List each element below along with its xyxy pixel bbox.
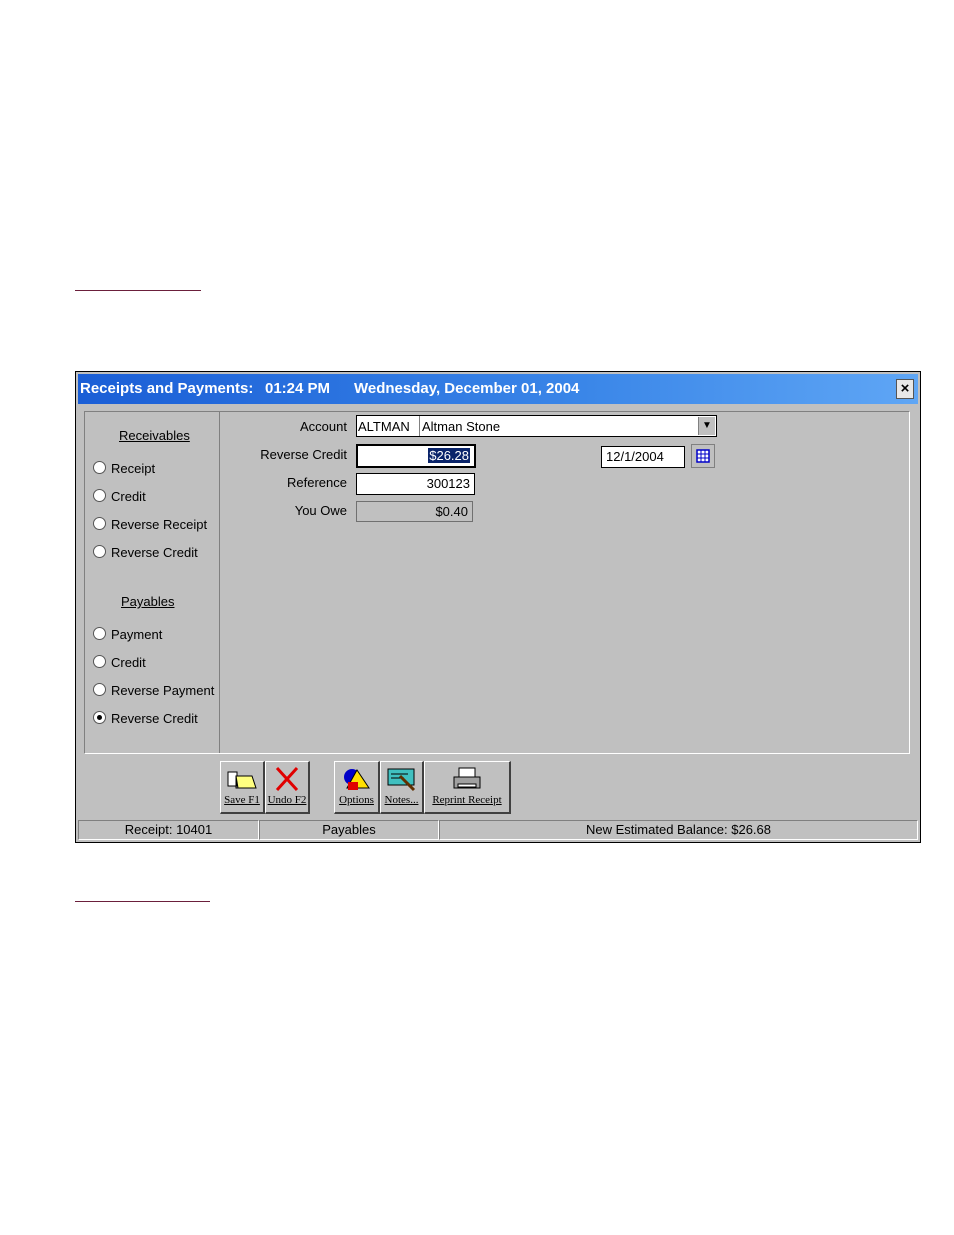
options-button[interactable]: Options	[334, 761, 380, 814]
radio-reverse-credit-receivable[interactable]: Reverse Credit	[93, 545, 198, 563]
window-title: Receipts and Payments:	[80, 380, 254, 397]
radio-icon	[93, 683, 106, 696]
you-owe-label: You Owe	[294, 503, 347, 518]
account-combo[interactable]: ALTMAN Altman Stone ▼	[356, 415, 717, 437]
title-bar[interactable]: Receipts and Payments: 01:24 PM Wednesda…	[78, 374, 918, 404]
receipts-payments-window: Receipts and Payments: 01:24 PM Wednesda…	[75, 371, 921, 843]
options-shapes-icon	[343, 769, 370, 790]
save-button[interactable]: Save F1	[220, 761, 265, 814]
notes-button[interactable]: Notes...	[380, 761, 424, 814]
undo-button[interactable]: Undo F2	[265, 761, 310, 814]
status-receipt: Receipt: 10401	[78, 820, 259, 840]
radio-receipt[interactable]: Receipt	[93, 461, 155, 479]
window-time: 01:24 PM	[265, 380, 331, 397]
amount-value: $26.28	[428, 448, 470, 463]
radio-reverse-receipt[interactable]: Reverse Receipt	[93, 517, 207, 535]
reference-label: Reference	[287, 475, 347, 490]
radio-icon	[93, 545, 106, 558]
receivables-heading: Receivables	[119, 428, 190, 443]
you-owe-value: $0.40	[356, 501, 473, 522]
printer-icon	[453, 767, 481, 789]
document-rule-bottom	[75, 901, 210, 902]
reference-input[interactable]: 300123	[356, 473, 475, 495]
account-label: Account	[300, 419, 347, 434]
radio-credit-receivable[interactable]: Credit	[93, 489, 146, 507]
close-button[interactable]: ×	[896, 379, 914, 399]
calendar-button[interactable]	[691, 444, 715, 468]
main-panel: Receivables Receipt Credit Reverse Recei…	[84, 411, 910, 754]
radio-icon	[93, 627, 106, 640]
amount-label: Reverse Credit	[260, 447, 347, 462]
transaction-type-panel: Receivables Receipt Credit Reverse Recei…	[85, 412, 220, 753]
radio-payment[interactable]: Payment	[93, 627, 162, 645]
radio-icon	[93, 461, 106, 474]
radio-credit-payable[interactable]: Credit	[93, 655, 146, 673]
chevron-down-icon[interactable]: ▼	[698, 417, 715, 435]
radio-selected-icon	[93, 711, 106, 724]
account-divider	[419, 416, 420, 436]
notes-pen-icon	[387, 768, 415, 792]
notes-label: Notes...	[384, 794, 419, 806]
close-icon: ×	[900, 380, 910, 397]
reprint-receipt-button[interactable]: Reprint Receipt	[424, 761, 511, 814]
payables-heading: Payables	[121, 594, 175, 609]
status-bar: Receipt: 10401 Payables New Estimated Ba…	[78, 820, 918, 840]
undo-label: Undo F2	[267, 794, 307, 806]
options-label: Options	[339, 794, 374, 806]
amount-input[interactable]: $26.28	[356, 444, 476, 468]
radio-reverse-credit-payable[interactable]: Reverse Credit	[93, 711, 198, 729]
status-balance: New Estimated Balance: $26.68	[439, 820, 918, 840]
calendar-icon	[696, 449, 710, 463]
window-date: Wednesday, December 01, 2004	[354, 380, 580, 397]
status-mode: Payables	[259, 820, 439, 840]
reprint-label: Reprint Receipt	[432, 794, 502, 806]
radio-icon	[93, 489, 106, 502]
radio-icon	[93, 517, 106, 530]
account-code: ALTMAN	[358, 419, 410, 434]
save-label: Save F1	[224, 794, 260, 806]
account-name: Altman Stone	[422, 419, 501, 434]
date-input[interactable]: 12/1/2004	[601, 446, 685, 468]
radio-reverse-payment[interactable]: Reverse Payment	[93, 683, 214, 701]
radio-icon	[93, 655, 106, 668]
document-rule-top	[75, 290, 201, 291]
undo-x-icon	[275, 766, 299, 792]
save-folder-icon	[227, 771, 257, 789]
